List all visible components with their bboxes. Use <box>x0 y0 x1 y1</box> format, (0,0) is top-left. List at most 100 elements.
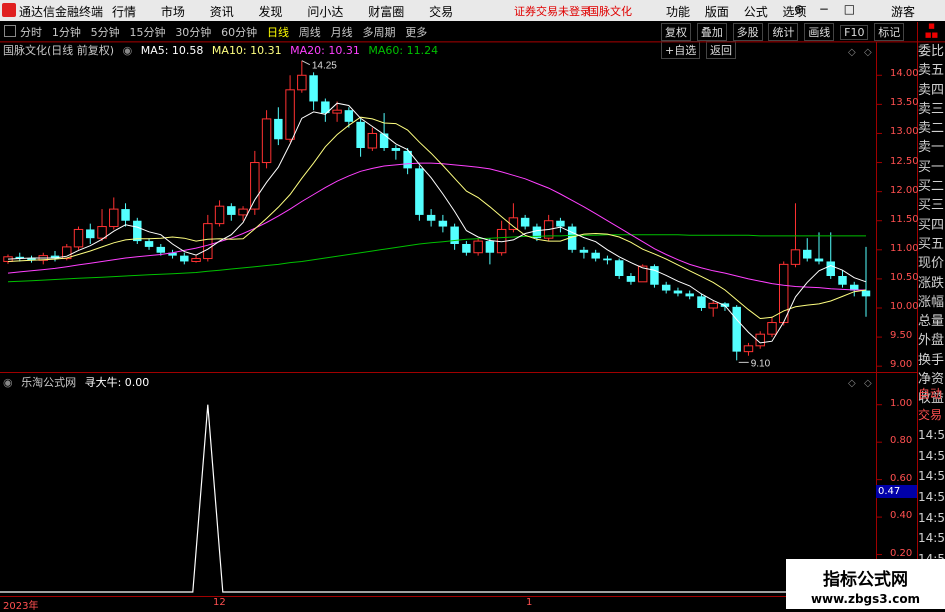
price-tick-label: 13.00 <box>890 126 919 138</box>
sidebar-item: 卖二 <box>918 121 945 137</box>
ma60-label: MA60: 11.24 <box>368 44 439 57</box>
candle-body <box>485 241 495 253</box>
expand-icon: ◇ <box>864 378 872 389</box>
sidebar-item: 买二 <box>918 179 945 195</box>
collapse-icon: ◇ <box>848 378 856 389</box>
date-label-year: 2023年 <box>3 601 39 612</box>
price-tick-label: 13.50 <box>890 97 919 109</box>
sidebar-item: 现价 <box>918 256 945 272</box>
candle-body <box>450 226 459 244</box>
candle-body <box>473 240 483 254</box>
candle-body <box>203 223 213 260</box>
candle-body <box>97 226 107 239</box>
candle-body <box>697 296 706 308</box>
candle-body <box>156 246 166 253</box>
candle-body <box>778 263 789 324</box>
low-price-label: 9.10 <box>751 358 771 369</box>
candle-body <box>214 205 225 225</box>
candle-body <box>133 220 142 242</box>
price-tick-label: 10.50 <box>890 271 919 283</box>
price-tick-label: 12.50 <box>890 155 919 167</box>
price-tick-label: 11.50 <box>890 213 919 225</box>
trade-mode-item[interactable]: 自动 <box>918 384 945 405</box>
candle-body <box>591 252 600 259</box>
candle-body <box>367 132 378 149</box>
price-tick-label: 14.00 <box>890 68 919 80</box>
trade-time-item: 14:56 <box>918 469 945 484</box>
candle-body <box>803 249 812 259</box>
date-label-dec: 12 <box>213 597 226 608</box>
trade-time-item: 14:56 <box>918 448 945 463</box>
collapse-icon: ◇ <box>848 47 856 58</box>
price-tick-label: 12.00 <box>890 184 919 196</box>
watermark: 指标公式网 www.zbgs3.com <box>786 559 945 609</box>
price-tick-label: 9.50 <box>890 330 913 342</box>
ma20-label: MA20: 10.31 <box>290 44 360 57</box>
sidebar-item: 买一 <box>918 159 945 175</box>
ma10-label: MA10: 10.31 <box>211 44 282 57</box>
trade-time-item: 14:56 <box>918 510 945 525</box>
candle-body <box>73 228 84 248</box>
sidebar-item: 买五 <box>918 236 945 252</box>
candle-body <box>767 322 777 335</box>
watermark-title: 指标公式网 <box>823 570 908 590</box>
ma10-line <box>7 116 867 320</box>
candle-body <box>109 208 119 228</box>
formula-source-label: 乐淘公式网 <box>21 376 77 389</box>
candle-body <box>121 209 130 221</box>
candle-body <box>227 206 236 215</box>
candle-body <box>309 75 318 102</box>
date-axis: 2023年 12 1 <box>0 596 880 612</box>
candle-body <box>814 258 824 262</box>
sidebar-item: 涨跌 <box>918 275 945 291</box>
candle-body <box>579 249 589 253</box>
candle-body <box>661 284 671 291</box>
price-tick-label: 11.00 <box>890 242 919 254</box>
trade-time-item: 14:56 <box>918 531 945 546</box>
signal-tick-label: 0.20 <box>890 547 913 559</box>
sidebar-item: 买四 <box>918 217 945 233</box>
candle-body <box>180 255 189 262</box>
signal-line <box>0 404 876 593</box>
candle-body <box>356 121 365 148</box>
settings-icon[interactable]: ◉ <box>3 376 13 389</box>
stock-period-label: 国脉文化(日线 前复权) <box>3 44 115 57</box>
candle-body <box>344 110 354 122</box>
candle-body <box>438 220 448 227</box>
candle-body <box>426 214 436 221</box>
trade-mode-item[interactable]: 交易 <box>918 405 945 426</box>
quote-sidebar: 委比 卖五 卖四 卖三 卖二 卖一 买一 买二 买三 买四 买五 现价 涨跌 涨幅 总量 外盘 换手 净资 收益 <box>918 42 945 409</box>
signal-tick-label: 0.60 <box>890 472 913 484</box>
ma5-label: MA5: 10.58 <box>140 44 204 57</box>
high-price-label: 14.25 <box>312 61 337 72</box>
chart-canvas[interactable]: 14.25 9.10 ◇ ◇ ◇ ◇ <box>0 0 945 609</box>
candle-body <box>861 290 871 297</box>
candle-body <box>603 258 612 261</box>
signal-tick-label: 0.40 <box>890 510 913 522</box>
candle-body <box>708 302 718 309</box>
candle-body <box>614 260 624 276</box>
candle-body <box>650 266 659 285</box>
candle-body <box>144 241 154 247</box>
sidebar-item: 卖五 <box>918 63 945 79</box>
high-marker <box>301 60 311 66</box>
candle-body <box>391 148 401 151</box>
signal-tick-label: 0.80 <box>890 435 913 447</box>
candle-body <box>556 220 565 227</box>
sidebar-item: 外盘 <box>918 333 945 349</box>
candle-body <box>838 276 847 285</box>
settings-icon[interactable]: ◉ <box>123 44 133 57</box>
main-chart-legend: 国脉文化(日线 前复权) ◉ MA5: 10.58 MA10: 10.31 MA… <box>3 42 443 58</box>
signal-value-label: 寻大牛: 0.00 <box>84 376 150 389</box>
corner-indicator: ■ ■■ <box>924 22 939 39</box>
candle-body <box>673 290 683 294</box>
candle-body <box>415 168 424 215</box>
expand-icon: ◇ <box>864 47 872 58</box>
candle-body <box>732 306 741 352</box>
candle-body <box>191 258 201 262</box>
sidebar-item: 总量 <box>918 314 945 330</box>
signal-tick-label: 1.00 <box>890 397 913 409</box>
candle-body <box>379 133 389 148</box>
sidebar-item: 卖四 <box>918 82 945 98</box>
trade-time-item: 14:56 <box>918 489 945 504</box>
